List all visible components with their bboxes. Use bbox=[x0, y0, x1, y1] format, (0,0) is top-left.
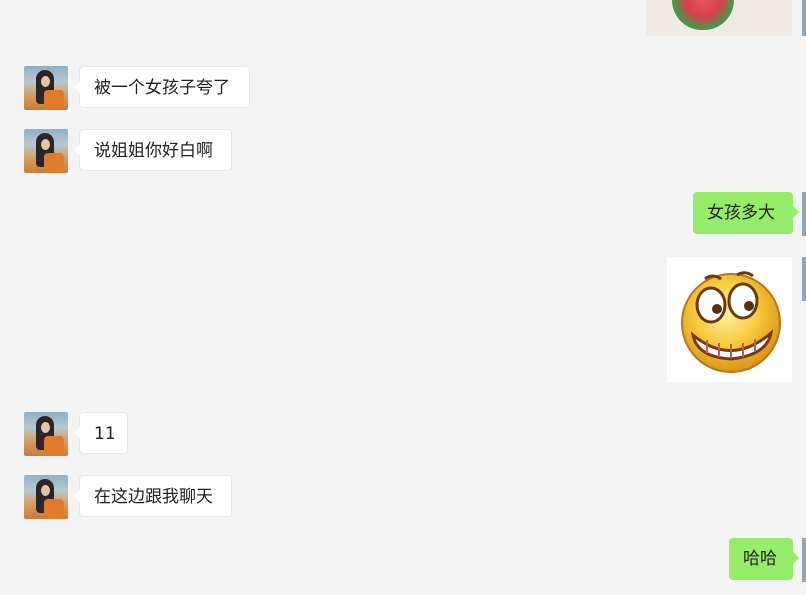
avatar-self[interactable] bbox=[802, 192, 806, 236]
message-bubble-incoming[interactable]: 在这边跟我聊天 bbox=[74, 475, 232, 517]
message-text: 说姐姐你好白啊 bbox=[94, 141, 213, 161]
avatar-contact[interactable] bbox=[24, 412, 68, 456]
message-bubble-incoming[interactable]: 被一个女孩子夸了 bbox=[74, 66, 250, 108]
message-bubble-outgoing[interactable]: 女孩多大 bbox=[693, 192, 799, 234]
avatar-contact[interactable] bbox=[24, 129, 68, 173]
avatar-self[interactable] bbox=[802, 538, 806, 582]
avatar-contact[interactable] bbox=[24, 475, 68, 519]
message-bubble-outgoing[interactable]: 哈哈 bbox=[729, 538, 799, 580]
message-text: 哈哈 bbox=[743, 549, 777, 569]
watermelon-sticker[interactable] bbox=[646, 0, 792, 36]
avatar-contact[interactable] bbox=[24, 66, 68, 110]
message-text: 11 bbox=[94, 424, 116, 444]
avatar-self[interactable] bbox=[802, 257, 806, 301]
message-bubble-incoming[interactable]: 说姐姐你好白啊 bbox=[74, 129, 232, 171]
message-text: 在这边跟我聊天 bbox=[94, 487, 213, 507]
chat-area: 被一个女孩子夸了 说姐姐你好白啊 女孩多大 11 在这边跟我聊天 哈哈 bbox=[0, 0, 806, 595]
message-text: 被一个女孩子夸了 bbox=[94, 78, 230, 98]
avatar-self[interactable] bbox=[802, 0, 806, 36]
grinning-emoji-sticker[interactable] bbox=[667, 257, 792, 382]
grinning-emoji-icon bbox=[681, 271, 781, 373]
watermelon-icon bbox=[672, 0, 734, 30]
message-bubble-incoming[interactable]: 11 bbox=[74, 412, 128, 454]
message-text: 女孩多大 bbox=[707, 203, 775, 223]
